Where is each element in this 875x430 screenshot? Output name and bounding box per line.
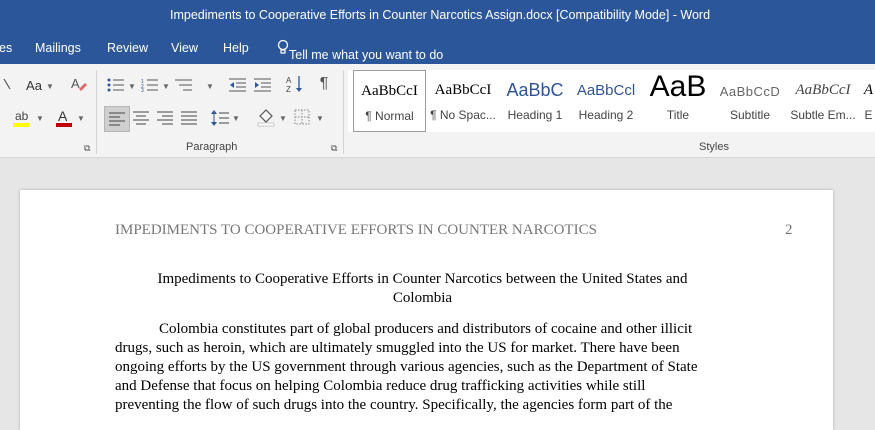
chevron-down-icon[interactable]: ▼: [232, 114, 240, 123]
clear-formatting-icon[interactable]: A: [68, 74, 88, 94]
running-header: IMPEDIMENTS TO COOPERATIVE EFFORTS IN CO…: [115, 222, 597, 238]
tab-help[interactable]: Help: [223, 41, 249, 55]
align-left-icon[interactable]: [104, 106, 130, 132]
tab-review[interactable]: Review: [107, 41, 148, 55]
line-spacing-icon[interactable]: [210, 108, 230, 128]
svg-text:ab: ab: [15, 109, 29, 123]
paragraph-group-label: Paragraph: [186, 141, 238, 153]
font-partial-icon[interactable]: [0, 74, 14, 94]
chevron-down-icon[interactable]: ▼: [162, 82, 170, 91]
align-center-icon[interactable]: [131, 108, 151, 128]
style-no-spacing[interactable]: AaBbCcI ¶ No Spac...: [428, 70, 498, 130]
svg-text:A: A: [58, 108, 68, 124]
style-subtitle[interactable]: AaBbCcD Subtitle: [715, 70, 785, 130]
chevron-down-icon[interactable]: ▼: [316, 114, 324, 123]
chevron-down-icon[interactable]: ▼: [206, 82, 214, 91]
chevron-down-icon[interactable]: ▼: [77, 114, 85, 123]
tab-view[interactable]: View: [171, 41, 198, 55]
svg-text:A: A: [286, 76, 292, 85]
borders-icon[interactable]: [293, 108, 311, 126]
styles-gallery: AaBbCcI ¶ Normal AaBbCcI ¶ No Spac... Aa…: [348, 70, 875, 132]
tab-design-partial[interactable]: es: [0, 41, 12, 55]
group-separator: [343, 70, 344, 154]
tab-mailings[interactable]: Mailings: [35, 41, 81, 55]
style-subtle-emphasis[interactable]: AaBbCcI Subtle Em...: [788, 70, 858, 130]
chevron-down-icon[interactable]: ▼: [46, 82, 54, 91]
chevron-down-icon[interactable]: ▼: [36, 114, 44, 123]
chevron-down-icon[interactable]: ▼: [128, 82, 136, 91]
highlight-color-icon[interactable]: ab: [10, 108, 34, 128]
document-title-line: Colombia: [392, 290, 453, 306]
svg-text:Z: Z: [286, 85, 291, 94]
body-line: Colombia constitutes part of global prod…: [159, 321, 693, 337]
paragraph-dialog-launcher-icon[interactable]: ⧉: [331, 143, 337, 154]
bullets-icon[interactable]: [106, 76, 126, 94]
justify-icon[interactable]: [179, 108, 199, 128]
sort-icon[interactable]: AZ: [285, 74, 305, 94]
title-bar: Impediments to Cooperative Efforts in Co…: [0, 0, 875, 32]
body-line: drugs, such as heroin, which are ultimat…: [115, 340, 680, 356]
group-separator: [96, 70, 97, 154]
window-title: Impediments to Cooperative Efforts in Co…: [170, 8, 711, 22]
menu-bar: es Mailings Review View Help Tell me wha…: [0, 32, 875, 64]
shading-icon[interactable]: [255, 106, 277, 128]
document-page[interactable]: IMPEDIMENTS TO COOPERATIVE EFFORTS IN CO…: [20, 190, 833, 430]
align-right-icon[interactable]: [155, 108, 175, 128]
body-line: and Defense that focus on helping Colomb…: [115, 378, 646, 394]
svg-text:A: A: [71, 76, 80, 91]
chevron-down-icon[interactable]: ▼: [279, 114, 287, 123]
style-heading-2[interactable]: AaBbCcl Heading 2: [572, 70, 640, 130]
body-line: preventing the flow of such drugs into t…: [115, 397, 673, 413]
style-title[interactable]: AaB Title: [643, 70, 713, 130]
numbering-icon[interactable]: 123: [140, 76, 160, 94]
styles-group-label: Styles: [699, 141, 729, 153]
multilevel-list-icon[interactable]: [174, 76, 194, 94]
body-paragraph: Colombia constitutes part of global prod…: [115, 320, 740, 415]
style-normal[interactable]: AaBbCcI ¶ Normal: [353, 70, 426, 132]
font-color-icon[interactable]: A: [54, 108, 74, 128]
increase-indent-icon[interactable]: [253, 76, 273, 94]
document-title: Impediments to Cooperative Efforts in Co…: [115, 270, 730, 308]
change-case-button[interactable]: Aa: [24, 76, 44, 94]
svg-text:3: 3: [141, 88, 144, 92]
body-line: ongoing efforts by the US government thr…: [115, 359, 698, 375]
document-title-line: Impediments to Cooperative Efforts in Co…: [157, 271, 688, 287]
tell-me-text: Tell me what you want to do: [289, 48, 444, 62]
lightbulb-icon: [277, 39, 289, 54]
style-heading-1[interactable]: AaBbC Heading 1: [500, 70, 570, 130]
show-formatting-icon[interactable]: ¶: [314, 74, 334, 94]
decrease-indent-icon[interactable]: [228, 76, 248, 94]
font-dialog-launcher-icon[interactable]: ⧉: [84, 143, 90, 154]
page-number: 2: [785, 222, 793, 238]
tell-me-search[interactable]: Tell me what you want to do: [276, 39, 443, 62]
style-emphasis-partial[interactable]: A E: [862, 70, 875, 130]
